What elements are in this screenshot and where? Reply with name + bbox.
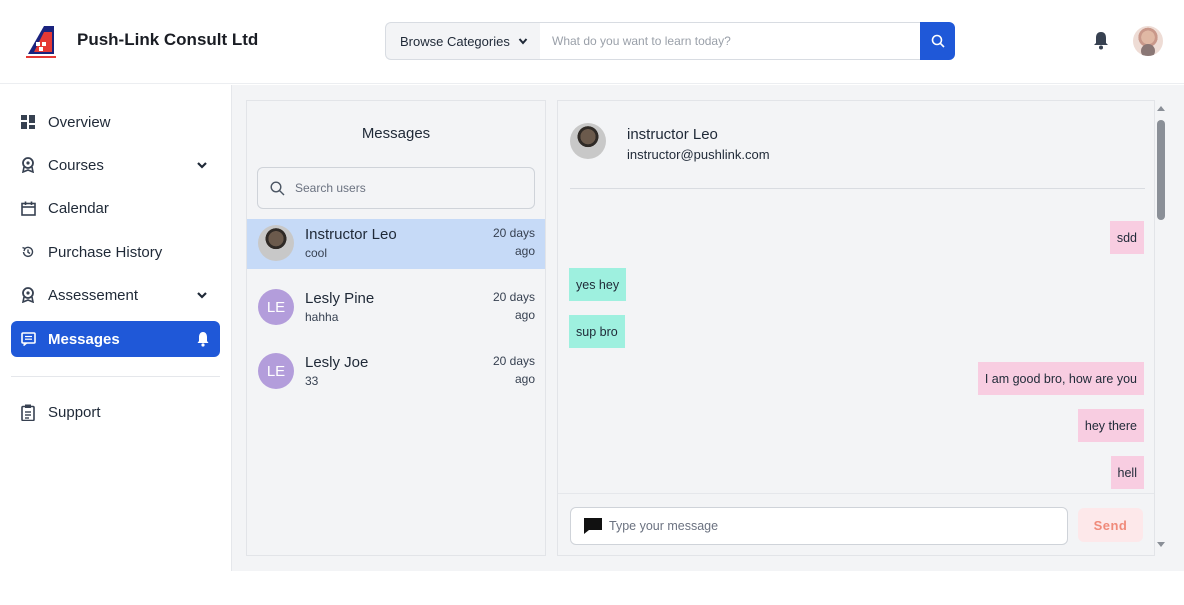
chat-contact-name: instructor Leo (627, 126, 718, 143)
sidebar-item-label: Courses (48, 156, 104, 174)
sidebar-item-support[interactable]: Support (11, 394, 220, 430)
conversation-name: Instructor Leo (305, 226, 397, 243)
sidebar-item-calendar[interactable]: Calendar (11, 190, 220, 226)
send-button[interactable]: Send (1078, 508, 1143, 542)
scroll-thumb[interactable] (1157, 120, 1165, 220)
conversation-last-message: hahha (305, 310, 339, 324)
message-input-placeholder: Type your message (609, 519, 719, 533)
award-icon (20, 287, 36, 303)
avatar (258, 225, 294, 261)
conversation-name: Lesly Joe (305, 354, 369, 371)
message-bubble-outgoing: sdd (1109, 221, 1144, 254)
history-icon (20, 244, 36, 260)
notification-bell-icon[interactable] (1092, 30, 1110, 50)
chevron-down-icon (197, 292, 207, 299)
sidebar-item-label: Overview (48, 113, 111, 131)
award-icon (20, 157, 36, 173)
search-button[interactable] (920, 22, 955, 60)
search-users-placeholder: Search users (295, 181, 366, 195)
conversation-list-title: Messages (361, 125, 431, 142)
avatar: LE (258, 289, 294, 325)
conversation-time: 20 days ago (492, 290, 535, 322)
chevron-down-icon (197, 162, 207, 169)
message-bubble-incoming: yes hey (569, 268, 627, 301)
message-bubble-outgoing: I am good bro, how are you (977, 362, 1144, 395)
company-logo[interactable] (22, 22, 60, 60)
sidebar-item-label: Messages (48, 330, 120, 348)
chevron-down-icon (518, 38, 528, 45)
avatar (570, 123, 606, 159)
search-icon (270, 180, 285, 195)
conversation-item[interactable]: LE Lesly Pine hahha 20 days ago (247, 283, 545, 333)
chat-header-divider (570, 188, 1145, 189)
search-icon (931, 34, 945, 48)
message-bubble-outgoing: hell (1110, 456, 1144, 489)
chat-contact-email: instructor@pushlink.com (627, 147, 770, 162)
chat-bubble-icon (584, 518, 602, 534)
conversation-last-message: cool (305, 246, 328, 260)
brand-name[interactable]: Push-Link Consult Ltd (77, 30, 258, 50)
search-users-input[interactable]: Search users (257, 167, 535, 209)
sidebar-item-messages[interactable]: Messages (11, 321, 220, 357)
avatar: LE (258, 353, 294, 389)
conversation-name: Lesly Pine (305, 290, 375, 307)
browse-categories-label: Browse Categories (400, 33, 510, 49)
notification-bell-icon (197, 332, 209, 347)
sidebar-item-label: Purchase History (48, 243, 163, 261)
sidebar-item-label: Calendar (48, 199, 109, 217)
course-search-input[interactable]: What do you want to learn today? (540, 22, 921, 60)
sidebar-item-purchase-history[interactable]: Purchase History (11, 234, 220, 270)
sidebar-item-courses[interactable]: Courses (11, 147, 220, 183)
conversation-list-panel: Messages Search users Instructor Leo coo… (246, 100, 546, 556)
chat-panel: instructor Leo instructor@pushlink.com s… (557, 100, 1155, 556)
sidebar-item-label: Assessement (48, 286, 139, 304)
clipboard-icon (20, 404, 36, 421)
sidebar: Overview Courses Calendar Purchase Histo… (0, 85, 231, 571)
course-search-placeholder: What do you want to learn today? (552, 34, 731, 48)
message-input[interactable]: Type your message (570, 507, 1068, 545)
sidebar-item-label: Support (48, 403, 101, 421)
message-composer: Type your message Send (558, 493, 1154, 555)
conversation-time: 20 days ago (492, 226, 535, 258)
grid-icon (20, 114, 36, 130)
calendar-icon (20, 200, 36, 216)
user-avatar[interactable] (1133, 26, 1163, 56)
top-header: Push-Link Consult Ltd Browse Categories … (0, 0, 1184, 84)
scroll-down-arrow-icon[interactable] (1157, 542, 1165, 547)
conversation-item[interactable]: LE Lesly Joe 33 20 days ago (247, 347, 545, 397)
browse-categories-dropdown[interactable]: Browse Categories (385, 22, 541, 60)
conversation-last-message: 33 (305, 374, 319, 388)
sidebar-divider (11, 376, 220, 377)
message-bubble-incoming: sup bro (569, 315, 625, 348)
message-icon (20, 331, 36, 347)
conversation-time: 20 days ago (492, 354, 535, 386)
scroll-up-arrow-icon[interactable] (1157, 106, 1165, 111)
message-bubble-outgoing: hey there (1077, 409, 1144, 442)
sidebar-item-assessement[interactable]: Assessement (11, 277, 220, 313)
sidebar-item-overview[interactable]: Overview (11, 104, 220, 140)
conversation-item[interactable]: Instructor Leo cool 20 days ago (247, 219, 545, 269)
chat-scrollbar[interactable] (1155, 100, 1168, 556)
